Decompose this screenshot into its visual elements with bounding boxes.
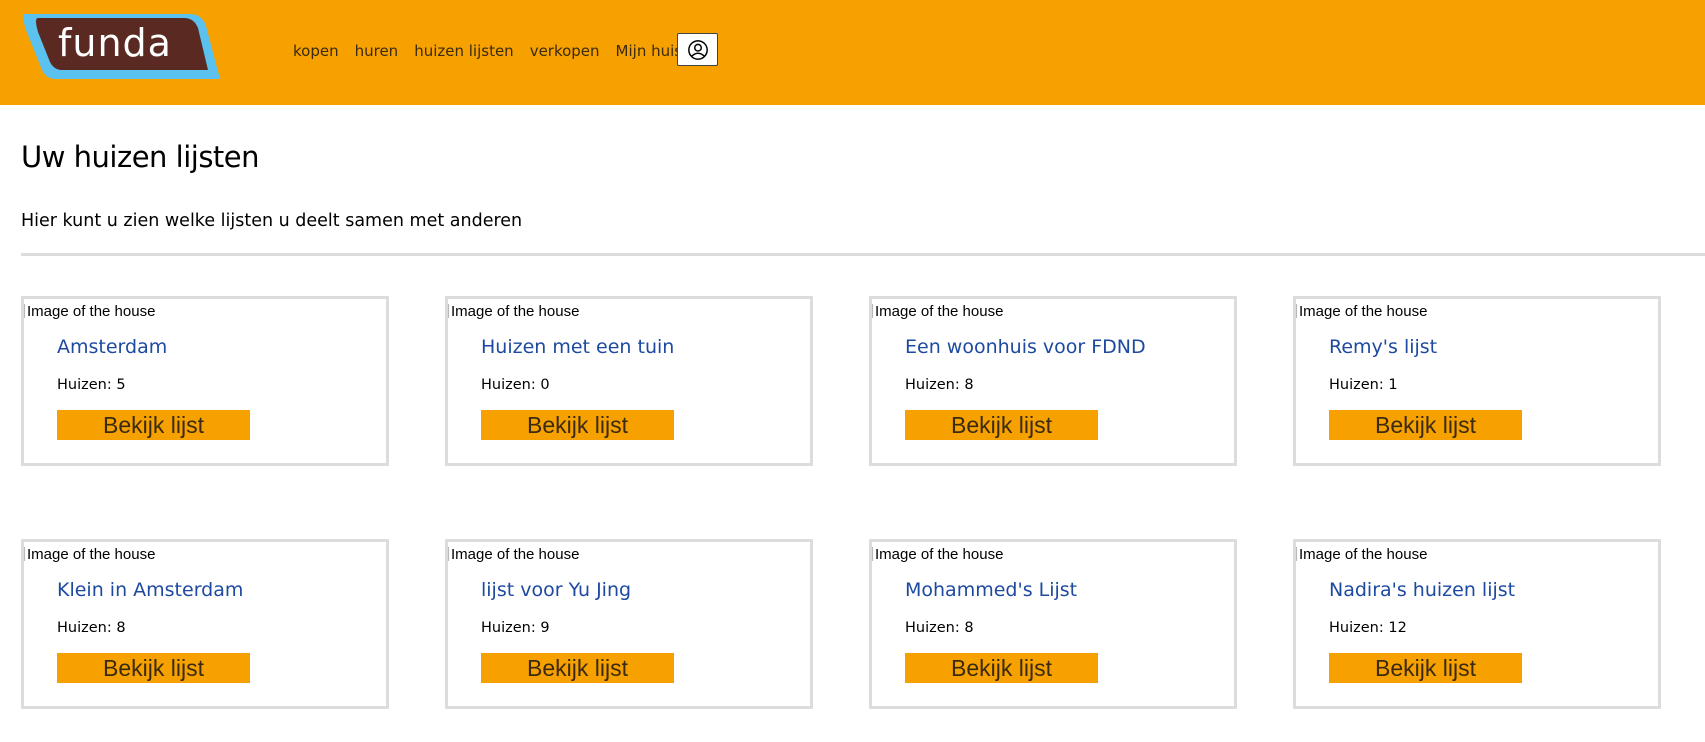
house-image: Image of the house xyxy=(1296,303,1427,320)
page-title: Uw huizen lijsten xyxy=(21,140,260,174)
list-title-link[interactable]: Amsterdam xyxy=(57,336,167,358)
list-card: Image of the house Een woonhuis voor FDN… xyxy=(869,296,1237,466)
view-list-button[interactable]: Bekijk lijst xyxy=(57,653,250,683)
funda-logo[interactable]: funda xyxy=(20,10,222,83)
house-count: Huizen: 12 xyxy=(1329,620,1407,636)
nav-item-kopen[interactable]: kopen xyxy=(293,42,339,60)
nav-item-verkopen[interactable]: verkopen xyxy=(530,42,600,60)
view-list-button[interactable]: Bekijk lijst xyxy=(57,410,250,440)
house-image: Image of the house xyxy=(24,303,155,320)
house-count: Huizen: 5 xyxy=(57,377,126,393)
house-image: Image of the house xyxy=(872,546,1003,563)
view-list-button[interactable]: Bekijk lijst xyxy=(905,653,1098,683)
image-alt-text: Image of the house xyxy=(451,303,580,320)
list-card: Image of the house Amsterdam Huizen: 5 B… xyxy=(21,296,389,466)
view-list-button[interactable]: Bekijk lijst xyxy=(1329,410,1522,440)
view-list-button[interactable]: Bekijk lijst xyxy=(481,410,674,440)
image-alt-text: Image of the house xyxy=(27,303,156,320)
account-button[interactable] xyxy=(677,33,718,66)
image-alt-text: Image of the house xyxy=(875,303,1004,320)
funda-logo-icon: funda xyxy=(22,14,220,79)
list-card: Image of the house lijst voor Yu Jing Hu… xyxy=(445,539,813,709)
view-list-button[interactable]: Bekijk lijst xyxy=(905,410,1098,440)
list-card: Image of the house Mohammed's Lijst Huiz… xyxy=(869,539,1237,709)
divider xyxy=(21,253,1705,256)
list-title-link[interactable]: Nadira's huizen lijst xyxy=(1329,579,1515,601)
site-header: funda kopen huren huizen lijsten verkope… xyxy=(0,0,1705,105)
list-card: Image of the house Huizen met een tuin H… xyxy=(445,296,813,466)
nav-item-huizen-lijsten[interactable]: huizen lijsten xyxy=(414,42,514,60)
logo-text: funda xyxy=(58,21,172,65)
lists-grid: Image of the house Amsterdam Huizen: 5 B… xyxy=(21,296,1705,742)
house-image: Image of the house xyxy=(24,546,155,563)
list-title-link[interactable]: lijst voor Yu Jing xyxy=(481,579,631,601)
list-title-link[interactable]: Remy's lijst xyxy=(1329,336,1437,358)
house-image: Image of the house xyxy=(872,303,1003,320)
list-title-link[interactable]: Mohammed's Lijst xyxy=(905,579,1077,601)
list-card: Image of the house Nadira's huizen lijst… xyxy=(1293,539,1661,709)
image-alt-text: Image of the house xyxy=(451,546,580,563)
image-alt-text: Image of the house xyxy=(875,546,1004,563)
house-image: Image of the house xyxy=(1296,546,1427,563)
page-intro: Hier kunt u zien welke lijsten u deelt s… xyxy=(21,211,523,231)
view-list-button[interactable]: Bekijk lijst xyxy=(481,653,674,683)
main-nav: kopen huren huizen lijsten verkopen Mijn… xyxy=(293,42,698,60)
list-card: Image of the house Klein in Amsterdam Hu… xyxy=(21,539,389,709)
list-title-link[interactable]: Een woonhuis voor FDND xyxy=(905,336,1146,358)
nav-item-mijn-huis[interactable]: Mijn huis xyxy=(616,42,683,60)
list-title-link[interactable]: Klein in Amsterdam xyxy=(57,579,243,601)
house-count: Huizen: 1 xyxy=(1329,377,1398,393)
list-card: Image of the house Remy's lijst Huizen: … xyxy=(1293,296,1661,466)
user-circle-icon xyxy=(687,39,708,60)
image-alt-text: Image of the house xyxy=(27,546,156,563)
image-alt-text: Image of the house xyxy=(1299,546,1428,563)
image-alt-text: Image of the house xyxy=(1299,303,1428,320)
house-count: Huizen: 0 xyxy=(481,377,550,393)
house-image: Image of the house xyxy=(448,303,579,320)
house-image: Image of the house xyxy=(448,546,579,563)
view-list-button[interactable]: Bekijk lijst xyxy=(1329,653,1522,683)
list-title-link[interactable]: Huizen met een tuin xyxy=(481,336,674,358)
house-count: Huizen: 8 xyxy=(57,620,126,636)
house-count: Huizen: 8 xyxy=(905,377,974,393)
nav-item-huren[interactable]: huren xyxy=(355,42,399,60)
house-count: Huizen: 8 xyxy=(905,620,974,636)
house-count: Huizen: 9 xyxy=(481,620,550,636)
